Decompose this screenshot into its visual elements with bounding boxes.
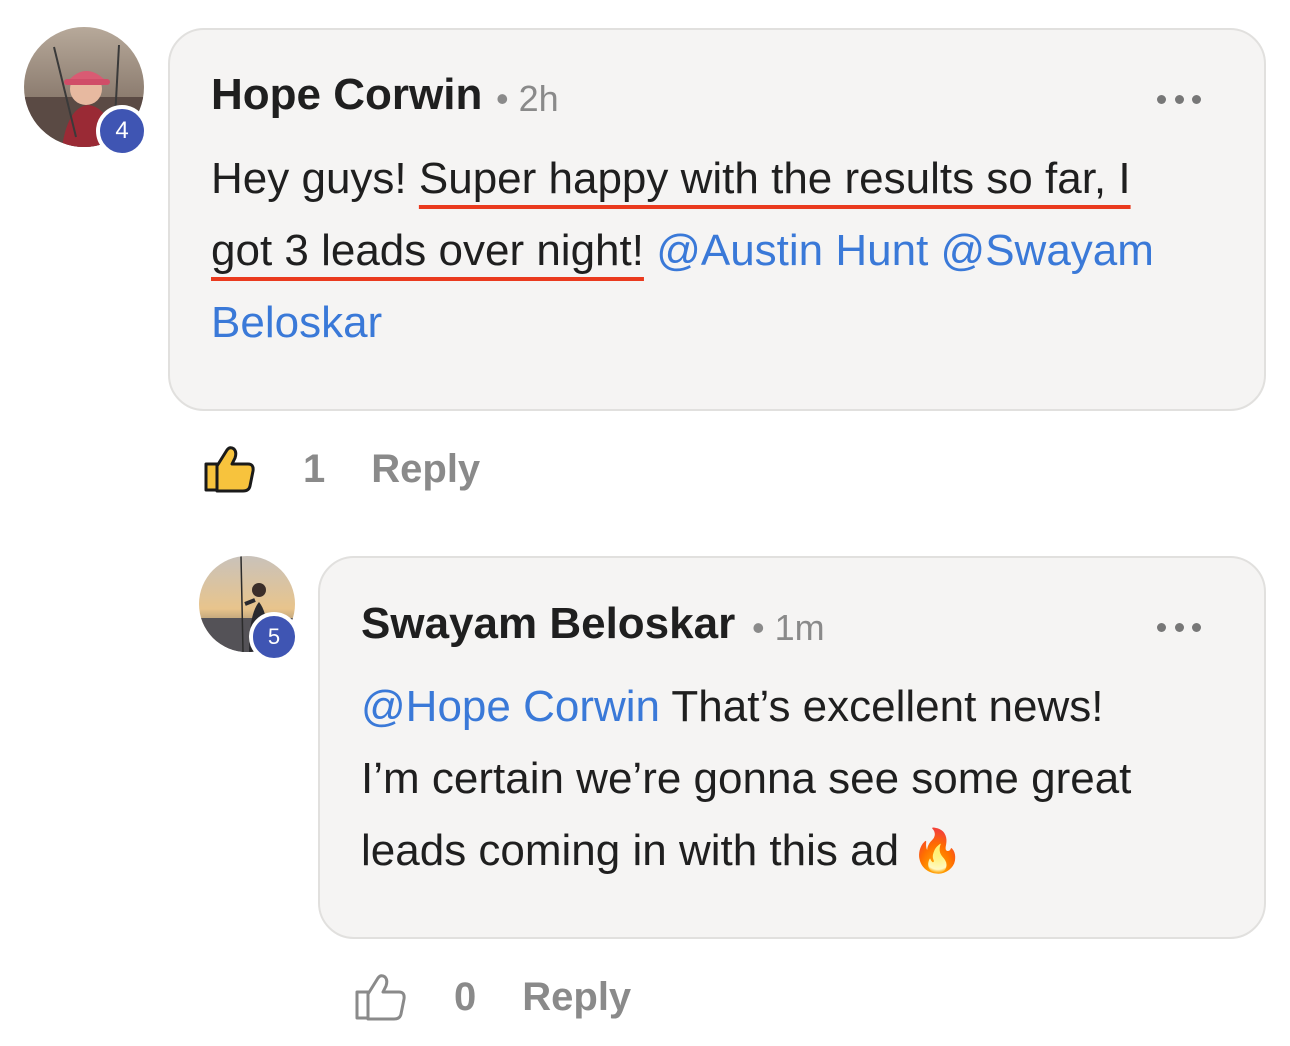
comment-text: @Hope Corwin That’s excellent news! I’m … [361, 671, 1241, 887]
like-count: 0 [454, 974, 477, 1019]
mention-link[interactable]: @Austin Hunt [656, 226, 928, 275]
level-badge: 5 [249, 612, 299, 662]
avatar-hope-corwin[interactable]: 4 [24, 27, 148, 157]
level-badge: 4 [96, 105, 148, 157]
comment-timestamp: • 1m [752, 607, 825, 648]
comment-author[interactable]: Hope Corwin [211, 70, 482, 120]
mention-link[interactable]: @Hope Corwin [361, 682, 660, 731]
reply-button[interactable]: Reply [371, 447, 480, 492]
highlighted-text: got 3 leads over night! [211, 226, 644, 275]
thumbs-up-icon[interactable] [354, 972, 408, 1022]
mention-link[interactable]: Beloskar [211, 298, 382, 347]
avatar-swayam-beloskar[interactable]: 5 [199, 556, 299, 662]
like-count: 1 [303, 446, 326, 491]
highlighted-text: Super happy with the results so far, I [418, 154, 1131, 203]
comment-thread: 4 Hope Corwin • 2h Hey guys! Super happy… [0, 0, 1290, 1046]
more-options-icon[interactable] [1157, 93, 1201, 105]
comment-timestamp: • 2h [496, 78, 559, 119]
mention-link[interactable]: @Swayam [941, 226, 1154, 275]
comment-text-segment: I’m certain we’re gonna see some great [361, 754, 1132, 803]
comment-text-segment: Hey guys! [211, 154, 419, 203]
comment-text-segment: leads coming in with this ad [361, 826, 912, 875]
comment-actions: 0 Reply [354, 972, 631, 1022]
thumbs-up-icon[interactable] [203, 444, 257, 494]
more-options-icon[interactable] [1157, 621, 1201, 633]
comment-author[interactable]: Swayam Beloskar [361, 599, 735, 649]
comment-text-segment: That’s excellent news! [660, 682, 1104, 731]
reply-button[interactable]: Reply [522, 975, 631, 1020]
comment-text: Hey guys! Super happy with the results s… [211, 143, 1241, 359]
comment-actions: 1 Reply [203, 444, 480, 494]
fire-icon: 🔥 [911, 827, 964, 874]
